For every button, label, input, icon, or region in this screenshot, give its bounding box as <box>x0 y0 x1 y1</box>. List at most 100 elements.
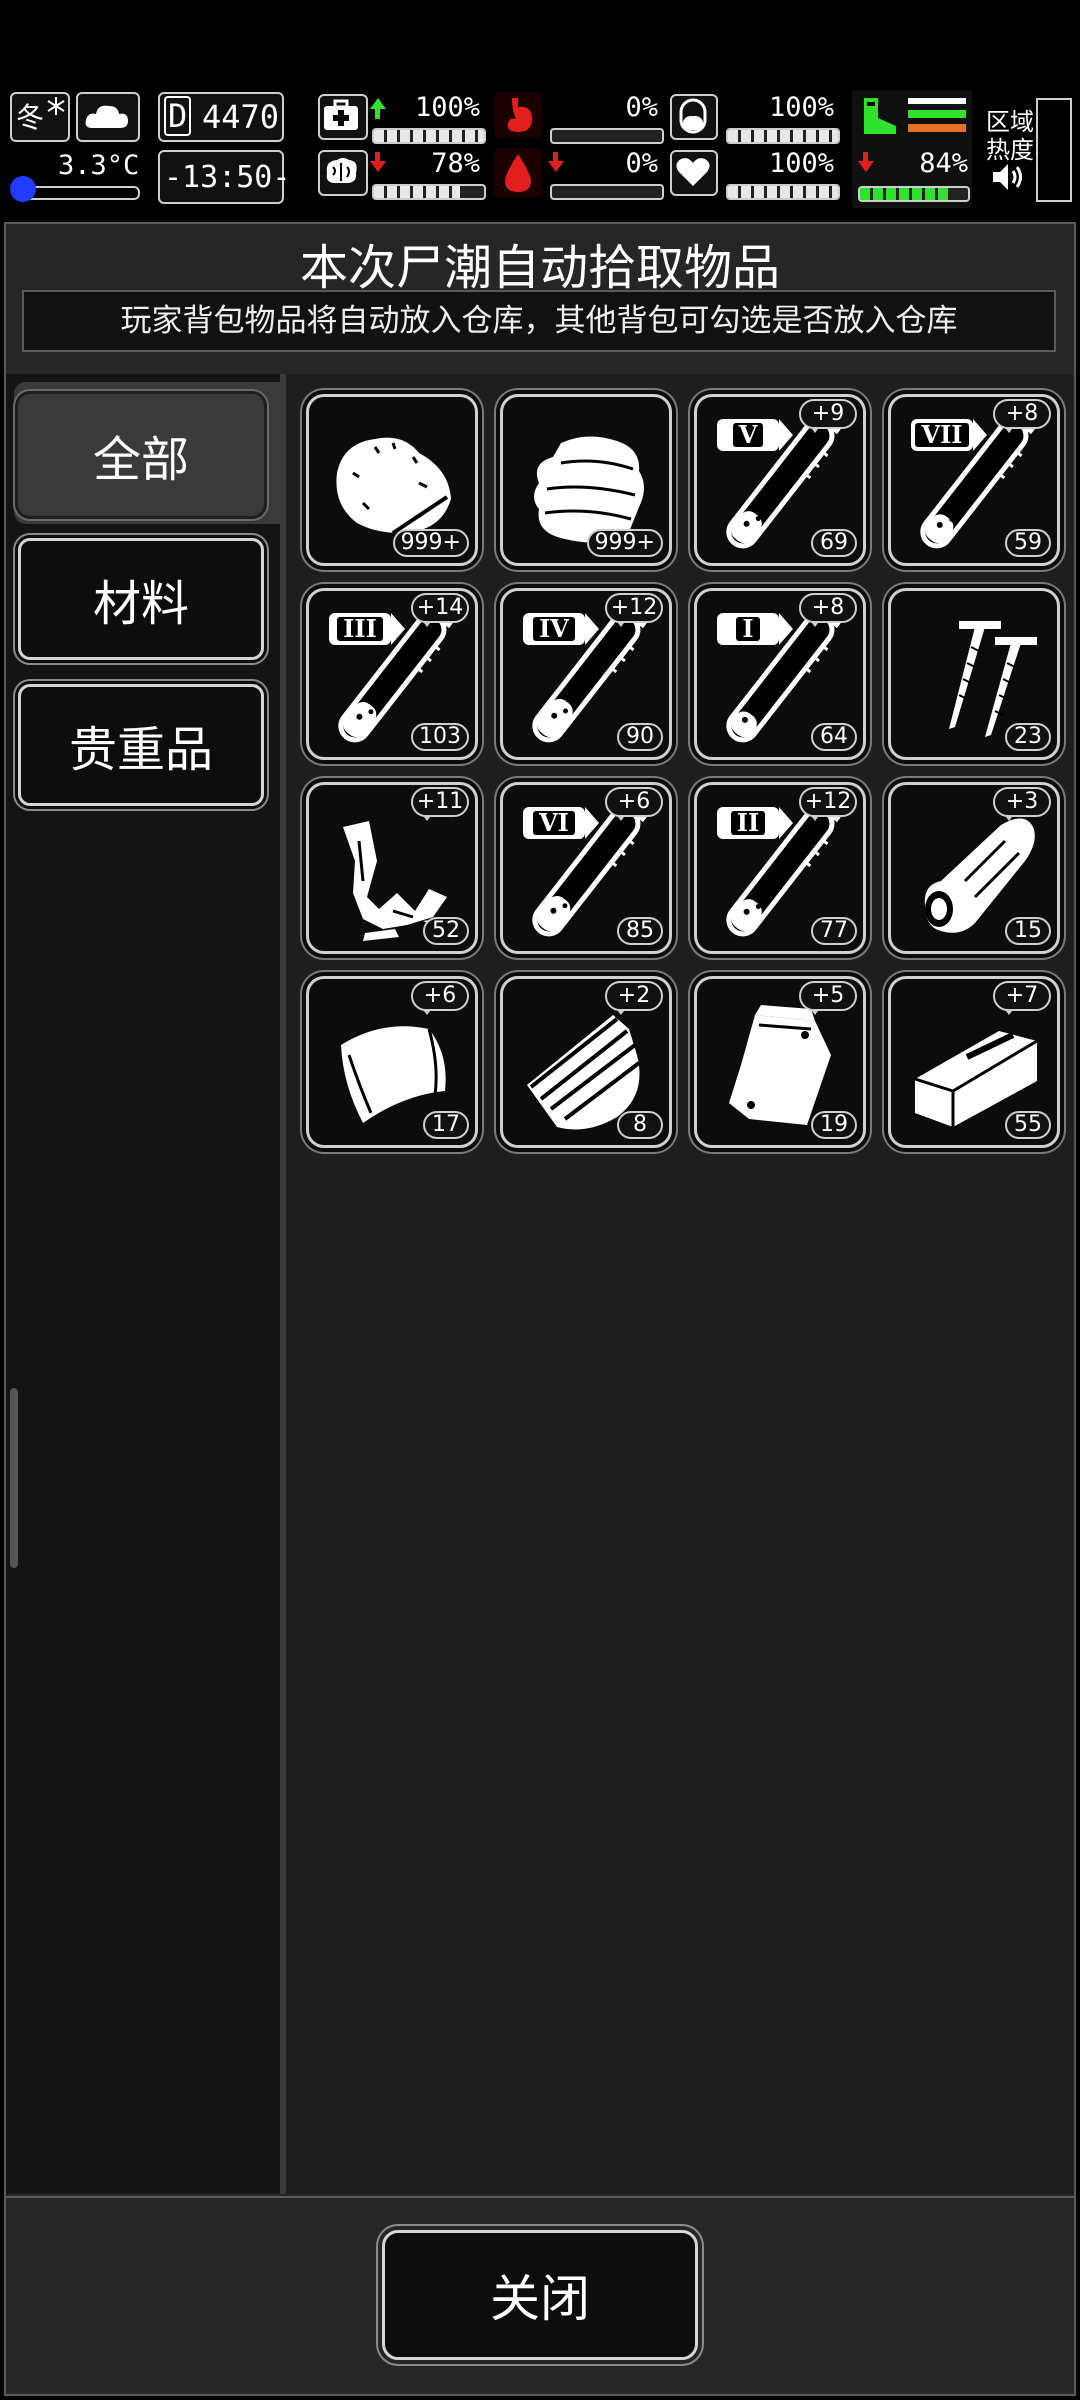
hud-bar: 冬 3.3°C D 4470 -13:50- 100% 78% 0% 0% 10… <box>0 88 1080 212</box>
category-all-button[interactable]: 全部 <box>18 394 264 516</box>
bonus-label: +3 <box>993 787 1051 817</box>
tier-tag: VII <box>911 419 987 451</box>
health-percent: 100% <box>414 92 480 123</box>
bonus-badge: +2 <box>605 981 665 1015</box>
hunger-bar <box>550 128 664 144</box>
temperature-readout: 3.3°C <box>58 150 140 181</box>
stamina-box[interactable]: 84% <box>852 90 972 208</box>
item-count: 59 <box>1005 529 1051 557</box>
item-slot[interactable]: I +8 64 <box>694 588 866 760</box>
tier-tag: III <box>329 613 405 645</box>
tier-tag: II <box>717 807 793 839</box>
bonus-badge: +5 <box>799 981 859 1015</box>
item-count: 8 <box>617 1111 663 1139</box>
blood-bar <box>550 184 664 200</box>
tier-tag: IV <box>523 613 599 645</box>
bonus-badge: +8 <box>799 593 859 627</box>
item-slot[interactable]: +7 55 <box>888 976 1060 1148</box>
season-box[interactable]: 冬 <box>10 92 70 142</box>
item-slot[interactable]: +11 52 <box>306 782 478 954</box>
heart-bar <box>726 184 840 200</box>
bonus-badge: +6 <box>411 981 471 1015</box>
season-label: 冬 <box>16 101 45 134</box>
bonus-label: +12 <box>605 593 663 623</box>
stomach-icon[interactable] <box>494 92 542 138</box>
item-slot[interactable]: +5 19 <box>694 976 866 1148</box>
sidebar-scrollbar[interactable] <box>10 1388 18 1568</box>
day-counter-box: D 4470 <box>158 92 284 142</box>
item-count: 85 <box>617 917 663 945</box>
day-prefix: D <box>164 96 192 136</box>
pill-percent: 100% <box>768 92 834 123</box>
pill-icon[interactable] <box>670 94 718 140</box>
item-count: 77 <box>811 917 857 945</box>
category-materials-button[interactable]: 材料 <box>18 538 264 660</box>
temperature-gauge <box>18 186 140 200</box>
item-count: 69 <box>811 529 857 557</box>
sanity-percent: 78% <box>431 148 480 179</box>
category-valuables-button[interactable]: 贵重品 <box>18 684 264 806</box>
weather-box[interactable] <box>76 92 140 142</box>
item-count: 90 <box>617 723 663 751</box>
bonus-label: +5 <box>799 981 857 1011</box>
item-count: 17 <box>423 1111 469 1139</box>
stamina-stripes <box>908 98 966 138</box>
panel-title: 本次尸潮自动拾取物品 <box>299 240 780 296</box>
item-slot[interactable]: VII +8 59 <box>888 394 1060 566</box>
boot-icon <box>864 98 896 134</box>
bonus-badge: +3 <box>993 787 1053 821</box>
zone-heat-meter <box>1036 98 1072 202</box>
item-slot[interactable]: +6 17 <box>306 976 478 1148</box>
clock-box: -13:50- <box>158 150 290 204</box>
tier-tag: I <box>717 613 793 645</box>
day-counter: 4470 <box>202 98 280 136</box>
item-count: 999+ <box>586 529 663 557</box>
blood-drop-icon[interactable] <box>494 148 542 198</box>
item-count: 15 <box>1005 917 1051 945</box>
item-slot[interactable]: 999+ <box>500 394 672 566</box>
item-slot[interactable]: +2 8 <box>500 976 672 1148</box>
bonus-badge: +12 <box>605 593 665 627</box>
bonus-label: +6 <box>411 981 469 1011</box>
hunger-percent: 0% <box>625 92 658 123</box>
item-slot[interactable]: 23 <box>888 588 1060 760</box>
tier-label: VII <box>915 423 969 447</box>
item-count: 64 <box>811 723 857 751</box>
item-slot[interactable]: 999+ <box>306 394 478 566</box>
brain-icon[interactable] <box>318 150 368 196</box>
bonus-label: +2 <box>605 981 663 1011</box>
bonus-label: +8 <box>799 593 857 623</box>
bonus-badge: +12 <box>799 787 859 821</box>
tier-label: II <box>730 811 766 835</box>
pill-bar <box>726 128 840 144</box>
snowflake-icon <box>47 97 65 115</box>
item-slot[interactable]: II +12 77 <box>694 782 866 954</box>
cloud-icon <box>85 105 128 128</box>
close-button[interactable]: 关闭 <box>382 2230 698 2360</box>
sanity-bar <box>372 184 486 200</box>
item-slot[interactable]: V +9 69 <box>694 394 866 566</box>
blood-percent: 0% <box>625 148 658 179</box>
item-slot[interactable]: VI +6 85 <box>500 782 672 954</box>
stamina-percent: 84% <box>919 148 968 179</box>
item-slot[interactable]: +3 15 <box>888 782 1060 954</box>
bonus-label: +11 <box>411 787 469 817</box>
item-slot[interactable]: IV +12 90 <box>500 588 672 760</box>
bonus-label: +9 <box>799 399 857 429</box>
health-bar <box>372 128 486 144</box>
tier-tag: VI <box>523 807 599 839</box>
footer-divider <box>4 2196 1076 2198</box>
bonus-badge: +9 <box>799 399 859 433</box>
bonus-badge: +11 <box>411 787 471 821</box>
tier-label: III <box>337 617 383 641</box>
item-count: 52 <box>423 917 469 945</box>
heart-percent: 100% <box>768 148 834 179</box>
bonus-label: +6 <box>605 787 663 817</box>
heart-icon[interactable] <box>670 150 718 196</box>
medkit-icon[interactable] <box>318 94 368 140</box>
item-slot[interactable]: III +14 103 <box>306 588 478 760</box>
bonus-label: +8 <box>993 399 1051 429</box>
speaker-icon[interactable] <box>990 160 1030 194</box>
tier-label: IV <box>533 617 575 641</box>
tier-tag: V <box>717 419 793 451</box>
